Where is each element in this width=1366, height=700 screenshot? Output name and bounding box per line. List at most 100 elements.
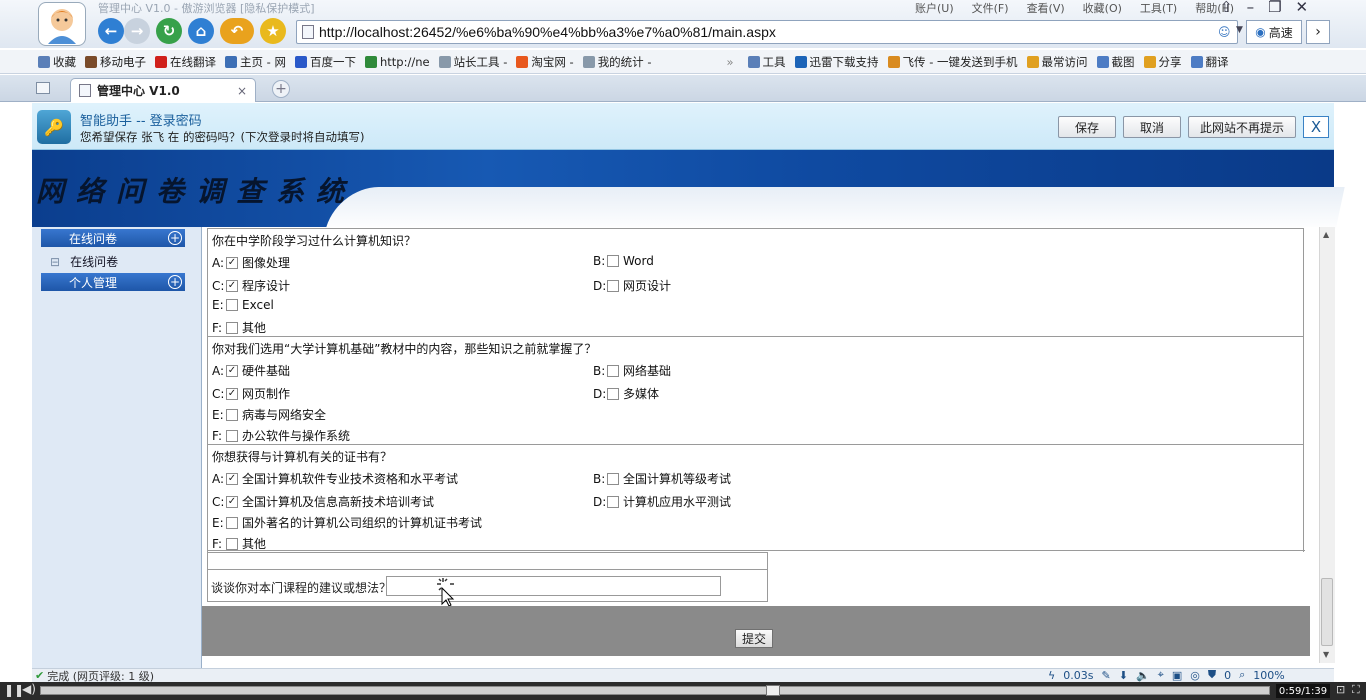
- volume-icon[interactable]: 🔈: [1136, 669, 1150, 682]
- page-icon: [302, 25, 314, 39]
- resource-icon[interactable]: ▣: [1172, 669, 1182, 682]
- option-label: 图像处理: [242, 256, 291, 270]
- refresh-icon[interactable]: ↻: [156, 18, 182, 44]
- checkbox[interactable]: [607, 279, 619, 292]
- sidebar-toggle-icon[interactable]: [36, 82, 50, 94]
- shield-icon[interactable]: ⛊: [1208, 668, 1216, 682]
- edit-icon[interactable]: ✎: [1102, 669, 1111, 682]
- search-engine-select[interactable]: ◉ 高速: [1246, 20, 1302, 44]
- checkbox[interactable]: [226, 516, 238, 529]
- checkbox[interactable]: [607, 364, 619, 377]
- checkbox[interactable]: [607, 495, 619, 508]
- favorite-11[interactable]: 飞传 - 一键发送到手机: [887, 54, 1018, 70]
- download-icon[interactable]: ⬇: [1119, 669, 1128, 682]
- menu-tools[interactable]: 工具(T): [1140, 0, 1177, 16]
- checkbox[interactable]: [226, 537, 238, 550]
- option-letter: B:: [593, 471, 606, 486]
- expand-icon[interactable]: +: [168, 275, 182, 289]
- undo-icon[interactable]: ↶: [220, 18, 254, 44]
- checkbox[interactable]: [607, 255, 619, 267]
- home-icon[interactable]: ⌂: [188, 18, 214, 44]
- expand-icon[interactable]: +: [168, 231, 182, 245]
- security-icon[interactable]: ☺: [1218, 25, 1231, 39]
- close-tab-icon[interactable]: ×: [237, 84, 247, 98]
- cancel-password-button[interactable]: 取消: [1123, 116, 1181, 138]
- scroll-up-icon[interactable]: ▲: [1323, 230, 1329, 239]
- scroll-thumb[interactable]: [1321, 578, 1333, 646]
- skin-icon[interactable]: ⇧: [1220, 0, 1233, 16]
- fullscreen-icon[interactable]: ⛶: [1352, 683, 1360, 697]
- checkbox[interactable]: [607, 387, 619, 400]
- sidebar-section-personal[interactable]: 个人管理 +: [41, 273, 185, 291]
- checkbox-checked[interactable]: ✓: [226, 279, 238, 292]
- zoom-icon[interactable]: ⌕: [1239, 668, 1245, 682]
- favorite-8[interactable]: 我的统计 -: [582, 54, 652, 70]
- option-letter: F:: [212, 428, 223, 443]
- favorite-15[interactable]: 翻译: [1190, 54, 1229, 70]
- menu-account[interactable]: 账户(U): [915, 0, 954, 16]
- loading-cursor-icon: [437, 576, 459, 609]
- progress-track[interactable]: [40, 686, 1270, 695]
- send-icon: [887, 55, 900, 68]
- fit-icon[interactable]: ⊡: [1336, 683, 1345, 696]
- favorite-13[interactable]: 截图: [1096, 54, 1135, 70]
- checkbox[interactable]: [226, 408, 238, 421]
- favorite-label: 移动电子: [100, 54, 146, 69]
- checkbox[interactable]: [607, 472, 619, 485]
- restore-icon[interactable]: ❐: [1268, 0, 1281, 16]
- question-block: 你在中学阶段学习过什么计算机知识？ A: ✓ 图像处理 B: Word C: ✓ 程序设计 D: 网…: [207, 228, 1304, 336]
- favorite-1[interactable]: 移动电子: [85, 54, 146, 70]
- checkbox[interactable]: [226, 299, 238, 311]
- close-window-icon[interactable]: ✕: [1296, 0, 1309, 16]
- url-text[interactable]: http://localhost:26452/%e6%ba%90%e4%bb%a…: [319, 24, 776, 40]
- never-remind-button[interactable]: 此网站不再提示: [1188, 116, 1296, 138]
- progress-knob[interactable]: [766, 685, 781, 696]
- favorite-5[interactable]: http://ne: [364, 55, 430, 69]
- checkbox[interactable]: [226, 321, 238, 334]
- address-dropdown-icon[interactable]: ▼: [1236, 25, 1243, 35]
- speed-icon[interactable]: ϟ: [1048, 669, 1055, 682]
- checkbox-checked[interactable]: ✓: [226, 387, 238, 400]
- page-icon: [79, 84, 91, 97]
- scroll-down-icon[interactable]: ▼: [1323, 650, 1329, 659]
- star-icon[interactable]: ★: [260, 18, 286, 44]
- favorite-12[interactable]: 最常访问: [1026, 54, 1088, 70]
- option-label: 全国计算机软件专业技术资格和水平考试: [242, 472, 459, 486]
- page-icon: [582, 55, 595, 68]
- close-helper-button[interactable]: X: [1303, 116, 1329, 138]
- checkbox-checked[interactable]: ✓: [226, 495, 238, 508]
- screenshot-icon[interactable]: ⌖: [1158, 668, 1164, 682]
- favorite-3[interactable]: 主页 - 网: [225, 54, 286, 70]
- new-tab-icon[interactable]: +: [272, 80, 290, 98]
- sidebar-item-survey[interactable]: ⊟ 在线问卷: [50, 253, 118, 270]
- favorite-0[interactable]: 收藏: [38, 54, 76, 70]
- more-favorites-icon[interactable]: »: [727, 55, 734, 69]
- menu-file[interactable]: 文件(F): [972, 0, 1009, 16]
- view-icon[interactable]: ◎: [1190, 669, 1200, 682]
- menu-favorites[interactable]: 收藏(O): [1083, 0, 1122, 16]
- checkbox[interactable]: [226, 429, 238, 442]
- sidebar-section-survey[interactable]: 在线问卷 +: [41, 229, 185, 247]
- checkbox-checked[interactable]: ✓: [226, 256, 238, 269]
- favorite-4[interactable]: 百度一下: [294, 54, 356, 70]
- minimize-icon[interactable]: –: [1247, 0, 1255, 16]
- zoom-level[interactable]: 100%: [1253, 669, 1284, 682]
- favorite-14[interactable]: 分享: [1143, 54, 1182, 70]
- favorite-6[interactable]: 站长工具 -: [438, 54, 507, 70]
- volume-icon[interactable]: ◀): [22, 682, 36, 696]
- back-icon[interactable]: ←: [98, 18, 124, 44]
- favorite-10[interactable]: 迅雷下载支持: [794, 54, 879, 70]
- address-bar[interactable]: http://localhost:26452/%e6%ba%90%e4%bb%a…: [296, 20, 1238, 44]
- menu-view[interactable]: 查看(V): [1027, 0, 1065, 16]
- tab-main[interactable]: 管理中心 V1.0 ×: [70, 78, 256, 102]
- checkbox-checked[interactable]: ✓: [226, 472, 238, 485]
- favorite-7[interactable]: 淘宝网 -: [516, 54, 574, 70]
- checkbox-checked[interactable]: ✓: [226, 364, 238, 377]
- user-avatar-icon[interactable]: [38, 2, 86, 46]
- submit-button[interactable]: 提交: [735, 629, 773, 648]
- go-icon[interactable]: ›: [1306, 20, 1330, 44]
- favorite-2[interactable]: 在线翻译: [155, 54, 216, 70]
- favorite-9[interactable]: 工具: [747, 54, 786, 70]
- forward-icon[interactable]: →: [124, 18, 150, 44]
- save-password-button[interactable]: 保存: [1058, 116, 1116, 138]
